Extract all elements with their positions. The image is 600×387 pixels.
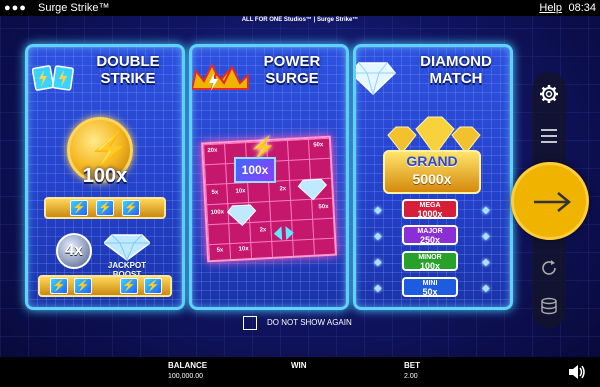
balance-value: 100,000.00 [168, 373, 204, 380]
jackpot-value: 1000x [417, 209, 443, 219]
reel-cell: 5x [216, 247, 224, 254]
spin-button[interactable] [511, 162, 589, 240]
panel-title: POWER SURGE [238, 53, 346, 87]
small-diamond-icon: ◆ [482, 283, 490, 294]
three-dots-icon[interactable]: ●●● [4, 2, 27, 14]
jackpot-value: 100x [419, 261, 441, 271]
small-diamond-icon: ◆ [482, 231, 490, 242]
diamond-match-panel: DIAMOND MATCH GRAND 5000x ◆ ◆ ◆ ◆ ◆ ◆ ◆ … [353, 44, 513, 310]
title-line-2: MATCH [429, 70, 483, 87]
reel-cell: 2x [279, 186, 287, 193]
dont-show-label: DO NOT SHOW AGAIN [267, 318, 352, 327]
bottom-bar: BALANCE 100,000.00 WIN BET 2.00 [0, 357, 600, 387]
jackpot-value: 250x [419, 235, 441, 245]
strike-tile-bar: ⚡ ⚡ ⚡ [44, 197, 166, 219]
small-diamond-icon: ◆ [482, 257, 490, 268]
diamond-icon [297, 178, 328, 201]
reel-cell: 50x [318, 203, 329, 211]
reel-cell: 5x [211, 189, 219, 196]
bolt-tile-icon: ⚡ [96, 200, 114, 216]
game-title: Surge Strike™ [38, 2, 110, 14]
bolt-tile-icon: ⚡ [50, 278, 68, 294]
title-line-1: DIAMOND [420, 53, 492, 70]
mega-jackpot: MEGA 1000x [402, 199, 458, 219]
bolt-tile-icon: ⚡ [70, 200, 88, 216]
gear-icon[interactable] [539, 84, 559, 104]
reel-cell: 20x [207, 147, 218, 155]
reel-cell: 10x [238, 246, 249, 253]
autoplay-icon[interactable] [539, 258, 559, 278]
dont-show-checkbox[interactable] [243, 316, 257, 330]
title-line-1: DOUBLE [96, 53, 160, 70]
grand-value: 5000x [412, 171, 452, 187]
speaker-icon[interactable] [568, 364, 586, 380]
bolt-tile-icon: ⚡ [122, 200, 140, 216]
arrow-right-icon [534, 192, 571, 212]
game-screen: ●●● Surge Strike™ Help 08:34 ALL FOR ONE… [0, 0, 600, 387]
top-bar: ●●● Surge Strike™ Help 08:34 [0, 0, 600, 16]
diamond-icon [226, 204, 257, 227]
panel-title: DIAMOND MATCH [402, 53, 510, 87]
double-strike-panel: DOUBLE STRIKE ⚡ 100x ⚡ ⚡ ⚡ 4x JACKPOT BO… [25, 44, 185, 310]
power-surge-panel: POWER SURGE 20x 50x 5x 10x 2x 50x 100x 2… [189, 44, 349, 310]
major-jackpot: MAJOR 250x [402, 225, 458, 245]
multiplier-text: 100x [82, 165, 128, 187]
reel-cell: 10x [235, 188, 246, 195]
minor-jackpot: MINOR 100x [402, 251, 458, 271]
diamond-icon [104, 234, 150, 261]
win-label: WIN [291, 361, 307, 370]
small-diamond-icon: ◆ [374, 231, 382, 242]
hamburger-icon[interactable] [539, 126, 559, 146]
grand-jackpot: GRAND 5000x [383, 150, 481, 194]
title-line-2: SURGE [265, 70, 319, 87]
balance-label: BALANCE [168, 361, 208, 370]
title-line-2: STRIKE [100, 70, 156, 87]
multiplier-orb: 4x [56, 233, 92, 269]
arrows-icon [273, 226, 294, 241]
bet-label: BET [404, 361, 420, 370]
jackpot-line-1: JACKPOT [107, 261, 147, 270]
reel-multiplier-tile: 100x [234, 157, 276, 183]
boost-tile-bar: ⚡ ⚡ ⚡ ⚡ [38, 275, 172, 297]
grand-label: GRAND [406, 153, 458, 169]
bolt-tile-icon: ⚡ [144, 278, 162, 294]
bolt-tile-icon: ⚡ [120, 278, 138, 294]
small-diamond-icon: ◆ [374, 205, 382, 216]
panel-title: DOUBLE STRIKE [74, 53, 182, 87]
help-link[interactable]: Help [539, 2, 562, 14]
clock: 08:34 [568, 2, 596, 14]
studio-caption: ALL FOR ONE Studios™ | Surge Strike™ [241, 17, 359, 23]
reel-cell: 2x [259, 227, 267, 234]
small-diamond-icon: ◆ [374, 283, 382, 294]
small-diamond-icon: ◆ [482, 205, 490, 216]
small-diamond-icon: ◆ [374, 257, 382, 268]
title-line-1: POWER [263, 53, 321, 70]
jackpot-value: 50x [422, 287, 438, 297]
bolt-tile-icon: ⚡ [74, 278, 92, 294]
diamond-icon [356, 62, 396, 95]
reel-cell: 100x [210, 209, 225, 217]
double-bolt-tiles-icon [32, 65, 74, 91]
reel-cell: 50x [313, 142, 324, 149]
coin-stack-icon[interactable] [539, 296, 559, 316]
bet-value: 2.00 [404, 373, 418, 380]
mini-jackpot: MINI 50x [402, 277, 458, 297]
